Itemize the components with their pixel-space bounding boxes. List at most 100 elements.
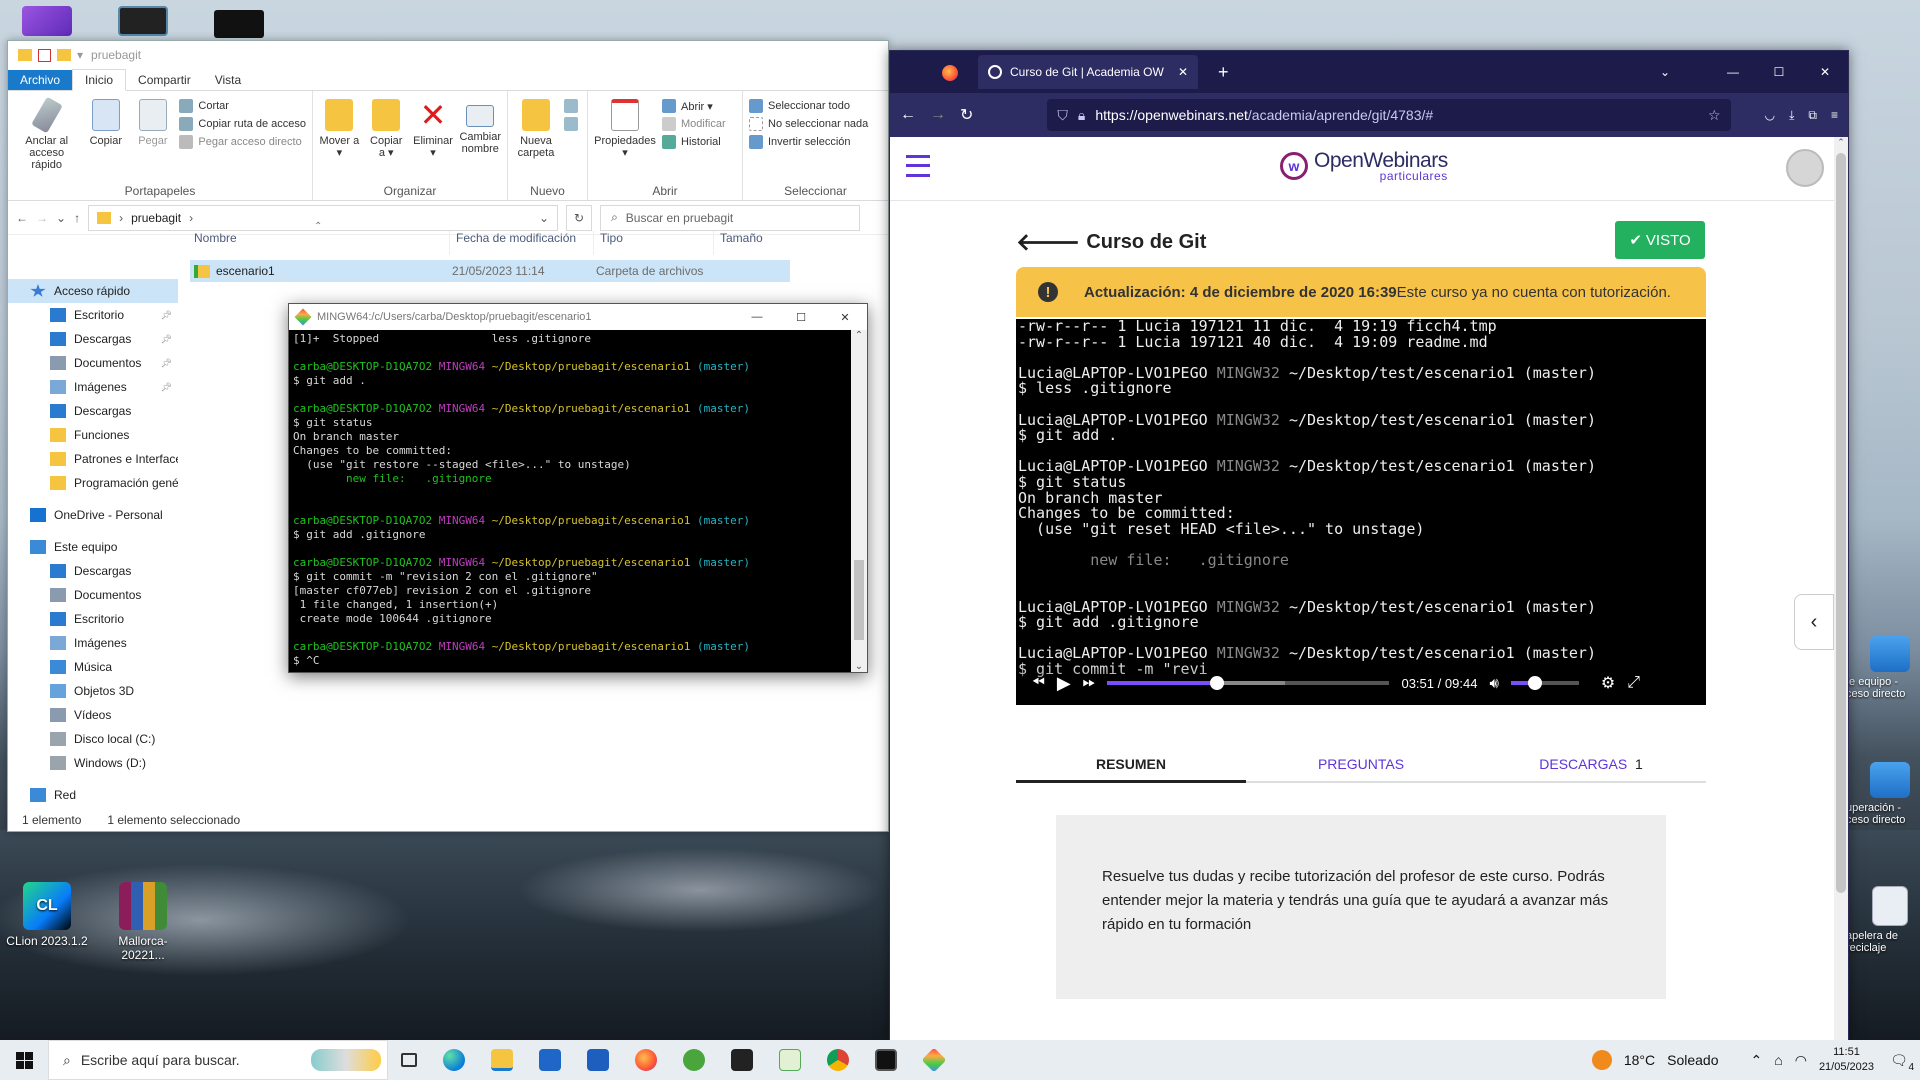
downloads-icon[interactable]: ⤓ <box>1789 108 1794 123</box>
tab-descargas[interactable]: DESCARGAS 1 <box>1476 747 1706 781</box>
quick-access-dropdown-icon[interactable]: ▾ <box>77 48 83 62</box>
url-bar[interactable]: ⛉ 🔒︎ https://openwebinars.net/academia/a… <box>1047 99 1731 131</box>
select-none-button[interactable]: No seleccionar nada <box>749 117 868 131</box>
cut-button[interactable]: Cortar <box>179 99 306 113</box>
address-dropdown-icon[interactable]: ⌄ <box>539 211 549 225</box>
tab-archivo[interactable]: Archivo <box>8 70 73 90</box>
git-bash-icon[interactable] <box>921 1047 947 1073</box>
fullscreen-icon[interactable]: ⤢ <box>1627 674 1640 692</box>
edge-icon[interactable] <box>443 1049 465 1071</box>
rewind-icon[interactable]: ⏪︎ <box>1032 674 1045 692</box>
notepad-icon[interactable] <box>779 1049 801 1071</box>
column-header-type[interactable]: Tipo <box>594 231 714 255</box>
sidebar-item-descargas[interactable]: Descargas <box>8 559 178 583</box>
desktop-icon-computer-shortcut[interactable]: te equipo - ceso directo <box>1846 636 1920 700</box>
back-arrow-icon[interactable]: ← <box>16 211 28 225</box>
sidebar-item-documentos[interactable]: Documentos 📌︎ <box>8 351 178 375</box>
sidebar-item-onedrive-personal[interactable]: OneDrive - Personal <box>8 503 178 527</box>
video-player[interactable]: -rw-r--r-- 1 Lucia 197121 11 dic. 4 19:1… <box>1016 319 1706 705</box>
sidebar-item-escritorio[interactable]: Escritorio <box>8 607 178 631</box>
settings-gear-icon[interactable]: ⚙ <box>1601 673 1615 693</box>
git-bash-window[interactable]: MINGW64:/c/Users/carba/Desktop/pruebagit… <box>288 303 868 673</box>
scrollbar-up-arrow-icon[interactable]: ⌃ <box>851 330 867 341</box>
paste-shortcut-button[interactable]: Pegar acceso directo <box>179 135 306 149</box>
tab-vista[interactable]: Vista <box>203 70 253 90</box>
desktop-icon-archive[interactable]: Mallorca-20221... <box>100 882 186 962</box>
sidebar-item-disco-local-c-[interactable]: Disco local (C:) <box>8 727 178 751</box>
task-view-icon[interactable] <box>401 1053 417 1067</box>
tab-compartir[interactable]: Compartir <box>126 70 203 90</box>
utorrent-icon[interactable] <box>683 1049 705 1071</box>
firefox-icon[interactable] <box>635 1049 657 1071</box>
sidebar-item-windows-d-[interactable]: Windows (D:) <box>8 751 178 775</box>
terminal-scrollbar[interactable]: ⌃ ⌄ <box>851 330 867 672</box>
pocket-icon[interactable]: ◡ <box>1765 108 1775 122</box>
mail-icon[interactable] <box>539 1049 561 1071</box>
recent-dropdown-icon[interactable]: ⌄ <box>56 211 66 225</box>
minimize-icon[interactable]: — <box>735 311 779 323</box>
up-arrow-icon[interactable]: ↑ <box>74 211 80 225</box>
sidebar-item-descargas[interactable]: Descargas <box>8 399 178 423</box>
notifications-button[interactable]: 🗨︎ 4 <box>1886 1052 1914 1073</box>
openwebinars-logo[interactable]: w OpenWebinars particulares <box>1280 149 1448 183</box>
forward-arrow-icon[interactable]: → <box>36 211 48 225</box>
visual-studio-icon[interactable] <box>22 6 72 36</box>
reload-icon[interactable]: ↻ <box>960 105 973 125</box>
menu-hamburger-icon[interactable] <box>906 155 930 177</box>
sidebar-toggle-button[interactable]: ‹ <box>1794 594 1834 650</box>
sidebar-item-imágenes[interactable]: Imágenes <box>8 631 178 655</box>
start-button[interactable] <box>0 1040 48 1080</box>
network-icon[interactable]: ⌂ <box>1774 1052 1782 1068</box>
sidebar-item-objetos-3d[interactable]: Objetos 3D <box>8 679 178 703</box>
tab-preguntas[interactable]: PREGUNTAS <box>1246 747 1476 781</box>
volume-slider[interactable] <box>1510 676 1579 690</box>
sidebar-item-música[interactable]: Música <box>8 655 178 679</box>
avatar[interactable] <box>1786 149 1824 187</box>
play-icon[interactable]: ▶ <box>1057 673 1071 694</box>
clock[interactable]: 11:51 21/05/2023 <box>1819 1045 1874 1075</box>
breadcrumb[interactable]: pruebagit <box>131 211 181 225</box>
desktop-icon-recovery-shortcut[interactable]: uperación - ceso directo <box>1846 762 1920 826</box>
maximize-icon[interactable]: ☐ <box>1756 65 1802 79</box>
new-tab-icon[interactable]: + <box>1218 62 1229 83</box>
close-tab-icon[interactable]: ✕ <box>1178 65 1188 79</box>
video-app-icon[interactable] <box>118 6 168 36</box>
menu-hamburger-icon[interactable]: ≡ <box>1831 108 1838 122</box>
volume-icon[interactable]: 🔊︎ <box>1489 675 1498 692</box>
lock-icon[interactable]: 🔒︎ <box>1078 107 1085 124</box>
shield-icon[interactable]: ⛉ <box>1057 107 1068 124</box>
sidebar-item-descargas[interactable]: Descargas 📌︎ <box>8 327 178 351</box>
scrollbar-thumb[interactable] <box>854 560 864 640</box>
weather-text[interactable]: Soleado <box>1667 1052 1718 1068</box>
weather-sun-icon[interactable] <box>1591 1050 1612 1070</box>
sidebar-item-vídeos[interactable]: Vídeos <box>8 703 178 727</box>
terminal-output[interactable]: [1]+ Stopped less .gitignore carba@DESKT… <box>289 330 867 670</box>
easy-access-icon[interactable] <box>564 117 578 131</box>
terminal-icon[interactable] <box>731 1049 753 1071</box>
maximize-icon[interactable]: ☐ <box>779 311 823 324</box>
chevron-up-icon[interactable]: ⌃ <box>1751 1052 1763 1069</box>
desktop-icon-recycle-bin[interactable]: apelera de reciclaje <box>1846 886 1920 954</box>
sidebar-item-programación-genéri[interactable]: Programación genéri <box>8 471 178 495</box>
visto-button[interactable]: ✔ VISTO <box>1615 221 1705 259</box>
tab-resumen[interactable]: RESUMEN <box>1016 747 1246 783</box>
table-row[interactable]: escenario1 21/05/2023 11:14 Carpeta de a… <box>190 260 790 282</box>
sidebar-item-este-equipo[interactable]: Este equipo <box>8 535 178 559</box>
refresh-button[interactable]: ↻ <box>566 204 593 231</box>
weather-temp[interactable]: 18°C <box>1624 1052 1655 1068</box>
terminal-app-icon[interactable] <box>214 10 264 38</box>
column-header-name[interactable]: Nombre <box>188 231 450 255</box>
column-header-size[interactable]: Tamaño <box>714 231 814 255</box>
invert-selection-button[interactable]: Invertir selección <box>749 135 868 149</box>
store-icon[interactable] <box>587 1049 609 1071</box>
sidebar-item-patrones-e-interfaces[interactable]: Patrones e Interfaces <box>8 447 178 471</box>
sidebar-item-documentos[interactable]: Documentos <box>8 583 178 607</box>
desktop-icon-clion[interactable]: CL CLion 2023.1.2 <box>4 882 90 948</box>
sidebar-item-imágenes[interactable]: Imágenes 📌︎ <box>8 375 178 399</box>
sidebar-item-red[interactable]: Red <box>8 783 178 807</box>
wifi-icon[interactable]: ◠ <box>1795 1052 1807 1069</box>
chrome-icon[interactable] <box>827 1049 849 1071</box>
close-icon[interactable]: ✕ <box>823 311 867 324</box>
scrollbar-up-arrow-icon[interactable]: ⌃ <box>1834 137 1848 148</box>
history-button[interactable]: Historial <box>662 135 726 149</box>
